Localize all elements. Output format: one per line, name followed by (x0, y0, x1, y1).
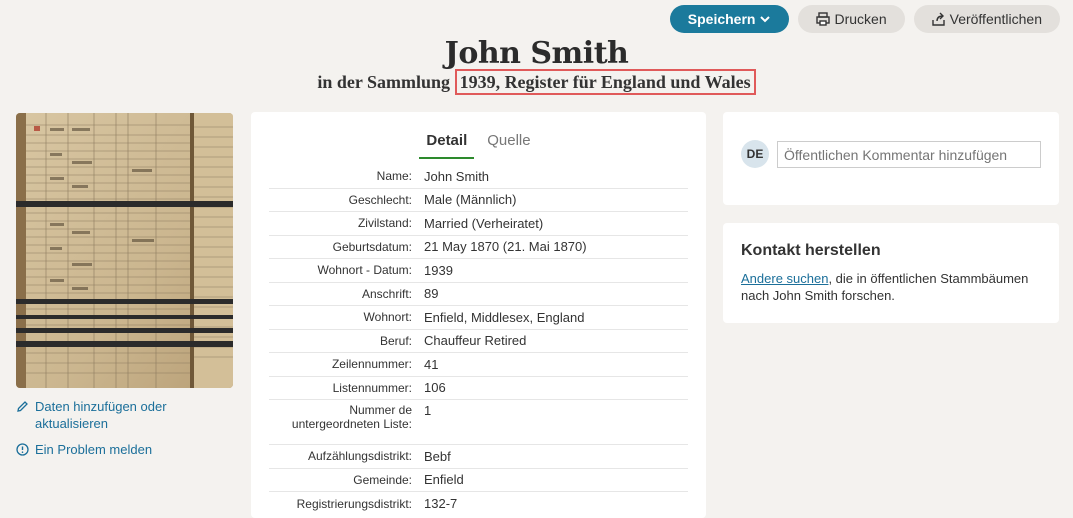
search-others-link[interactable]: Andere suchen (741, 271, 828, 286)
print-label: Drucken (834, 11, 887, 27)
field-row: Zeilennummer: 41 (269, 353, 688, 377)
field-row: Name: John Smith (269, 165, 688, 189)
report-problem-link[interactable]: Ein Problem melden (16, 441, 236, 460)
alert-circle-icon (16, 441, 29, 460)
printer-icon (816, 12, 831, 26)
field-value: 21 May 1870 (21. Mai 1870) (424, 239, 587, 255)
field-row: Registrierungsdistrikt: 132-7 (269, 492, 688, 516)
share-icon (931, 12, 946, 26)
field-label: Registrierungsdistrikt: (296, 496, 412, 511)
pencil-icon (16, 398, 29, 417)
collection-link[interactable]: 1939, Register für England und Wales (454, 69, 756, 95)
field-label: Wohnort - Datum: (317, 263, 412, 278)
add-data-label: Daten hinzufügen oder aktualisieren (35, 399, 167, 431)
field-row: Geburtsdatum: 21 May 1870 (21. Mai 1870) (269, 236, 688, 259)
subtitle-prefix: in der Sammlung (317, 72, 451, 92)
comment-card: DE (723, 112, 1059, 205)
field-label: Geburtsdatum: (332, 239, 412, 254)
field-value: 89 (424, 286, 439, 302)
field-row: Aufzählungsdistrikt: Bebf (269, 445, 688, 469)
contact-text: Andere suchen, die in öffentlichen Stamm… (741, 270, 1041, 304)
field-label: Name: (376, 169, 412, 184)
field-label: Aufzählungsdistrikt: (307, 449, 412, 464)
field-label: Beruf: (379, 333, 412, 348)
tab-source[interactable]: Quelle (480, 130, 537, 159)
avatar: DE (741, 140, 769, 168)
field-value: John Smith (424, 168, 490, 184)
field-value: 132-7 (424, 496, 458, 512)
field-label: Wohnort: (363, 310, 412, 325)
chevron-down-icon (759, 13, 771, 25)
field-label: Listennummer: (332, 380, 412, 395)
field-value: 106 (424, 380, 446, 396)
record-image-thumbnail[interactable] (16, 113, 233, 388)
field-value: Male (Männlich) (424, 192, 517, 208)
field-label: Zivilstand: (357, 216, 412, 231)
field-row: Anschrift: 89 (269, 283, 688, 306)
print-button[interactable]: Drucken (798, 5, 905, 33)
field-label: Gemeinde: (353, 472, 412, 487)
save-label: Speichern (687, 11, 756, 27)
collection-subtitle: in der Sammlung 1939, Register für Engla… (0, 69, 1073, 95)
tab-detail[interactable]: Detail (419, 130, 475, 159)
report-problem-label: Ein Problem melden (35, 442, 153, 457)
field-row: Wohnort: Enfield, Middlesex, England (269, 306, 688, 330)
field-value: 41 (424, 356, 439, 372)
comment-input[interactable] (777, 141, 1041, 168)
detail-card: Detail Quelle Name: John Smith Geschlecht:… (251, 112, 706, 518)
field-row: Nummer de untergeordneten Liste: 1 (269, 400, 688, 445)
field-row: Gemeinde: Enfield (269, 469, 688, 492)
save-button[interactable]: Speichern (669, 5, 790, 33)
field-label: Nummer de untergeordneten Liste: (291, 403, 412, 431)
field-value: Bebf (424, 448, 451, 464)
field-value: Enfield, Middlesex, England (424, 309, 585, 325)
left-links: Daten hinzufügen oder aktualisieren Ein … (16, 398, 236, 469)
field-row: Zivilstand: Married (Verheiratet) (269, 212, 688, 236)
contact-card: Kontakt herstellen Andere suchen, die in… (723, 223, 1059, 323)
field-list: Name: John Smith Geschlecht: Male (Männlich… (269, 165, 688, 516)
field-row: Wohnort - Datum: 1939 (269, 259, 688, 283)
field-row: Beruf: Chauffeur Retired (269, 330, 688, 353)
contact-title: Kontakt herstellen (741, 242, 881, 259)
field-label: Zeilennummer: (331, 357, 412, 372)
field-row: Geschlecht: Male (Männlich) (269, 189, 688, 212)
top-actions: Speichern Drucken Veröffentlichen (669, 5, 1060, 33)
publish-button[interactable]: Veröffentlichen (913, 5, 1060, 33)
field-label: Anschrift: (361, 286, 412, 301)
field-value: Chauffeur Retired (424, 333, 527, 349)
page-title: John Smith (444, 36, 629, 71)
field-label: Geschlecht: (348, 192, 412, 207)
field-row: Listennummer: 106 (269, 377, 688, 400)
add-data-link[interactable]: Daten hinzufügen oder aktualisieren (16, 398, 236, 432)
publish-label: Veröffentlichen (949, 11, 1042, 27)
field-value: 1939 (424, 262, 453, 278)
tab-bar: Detail Quelle (251, 130, 706, 159)
field-value: 1 (424, 403, 432, 418)
field-value: Enfield (424, 472, 464, 488)
field-value: Married (Verheiratet) (424, 215, 544, 231)
